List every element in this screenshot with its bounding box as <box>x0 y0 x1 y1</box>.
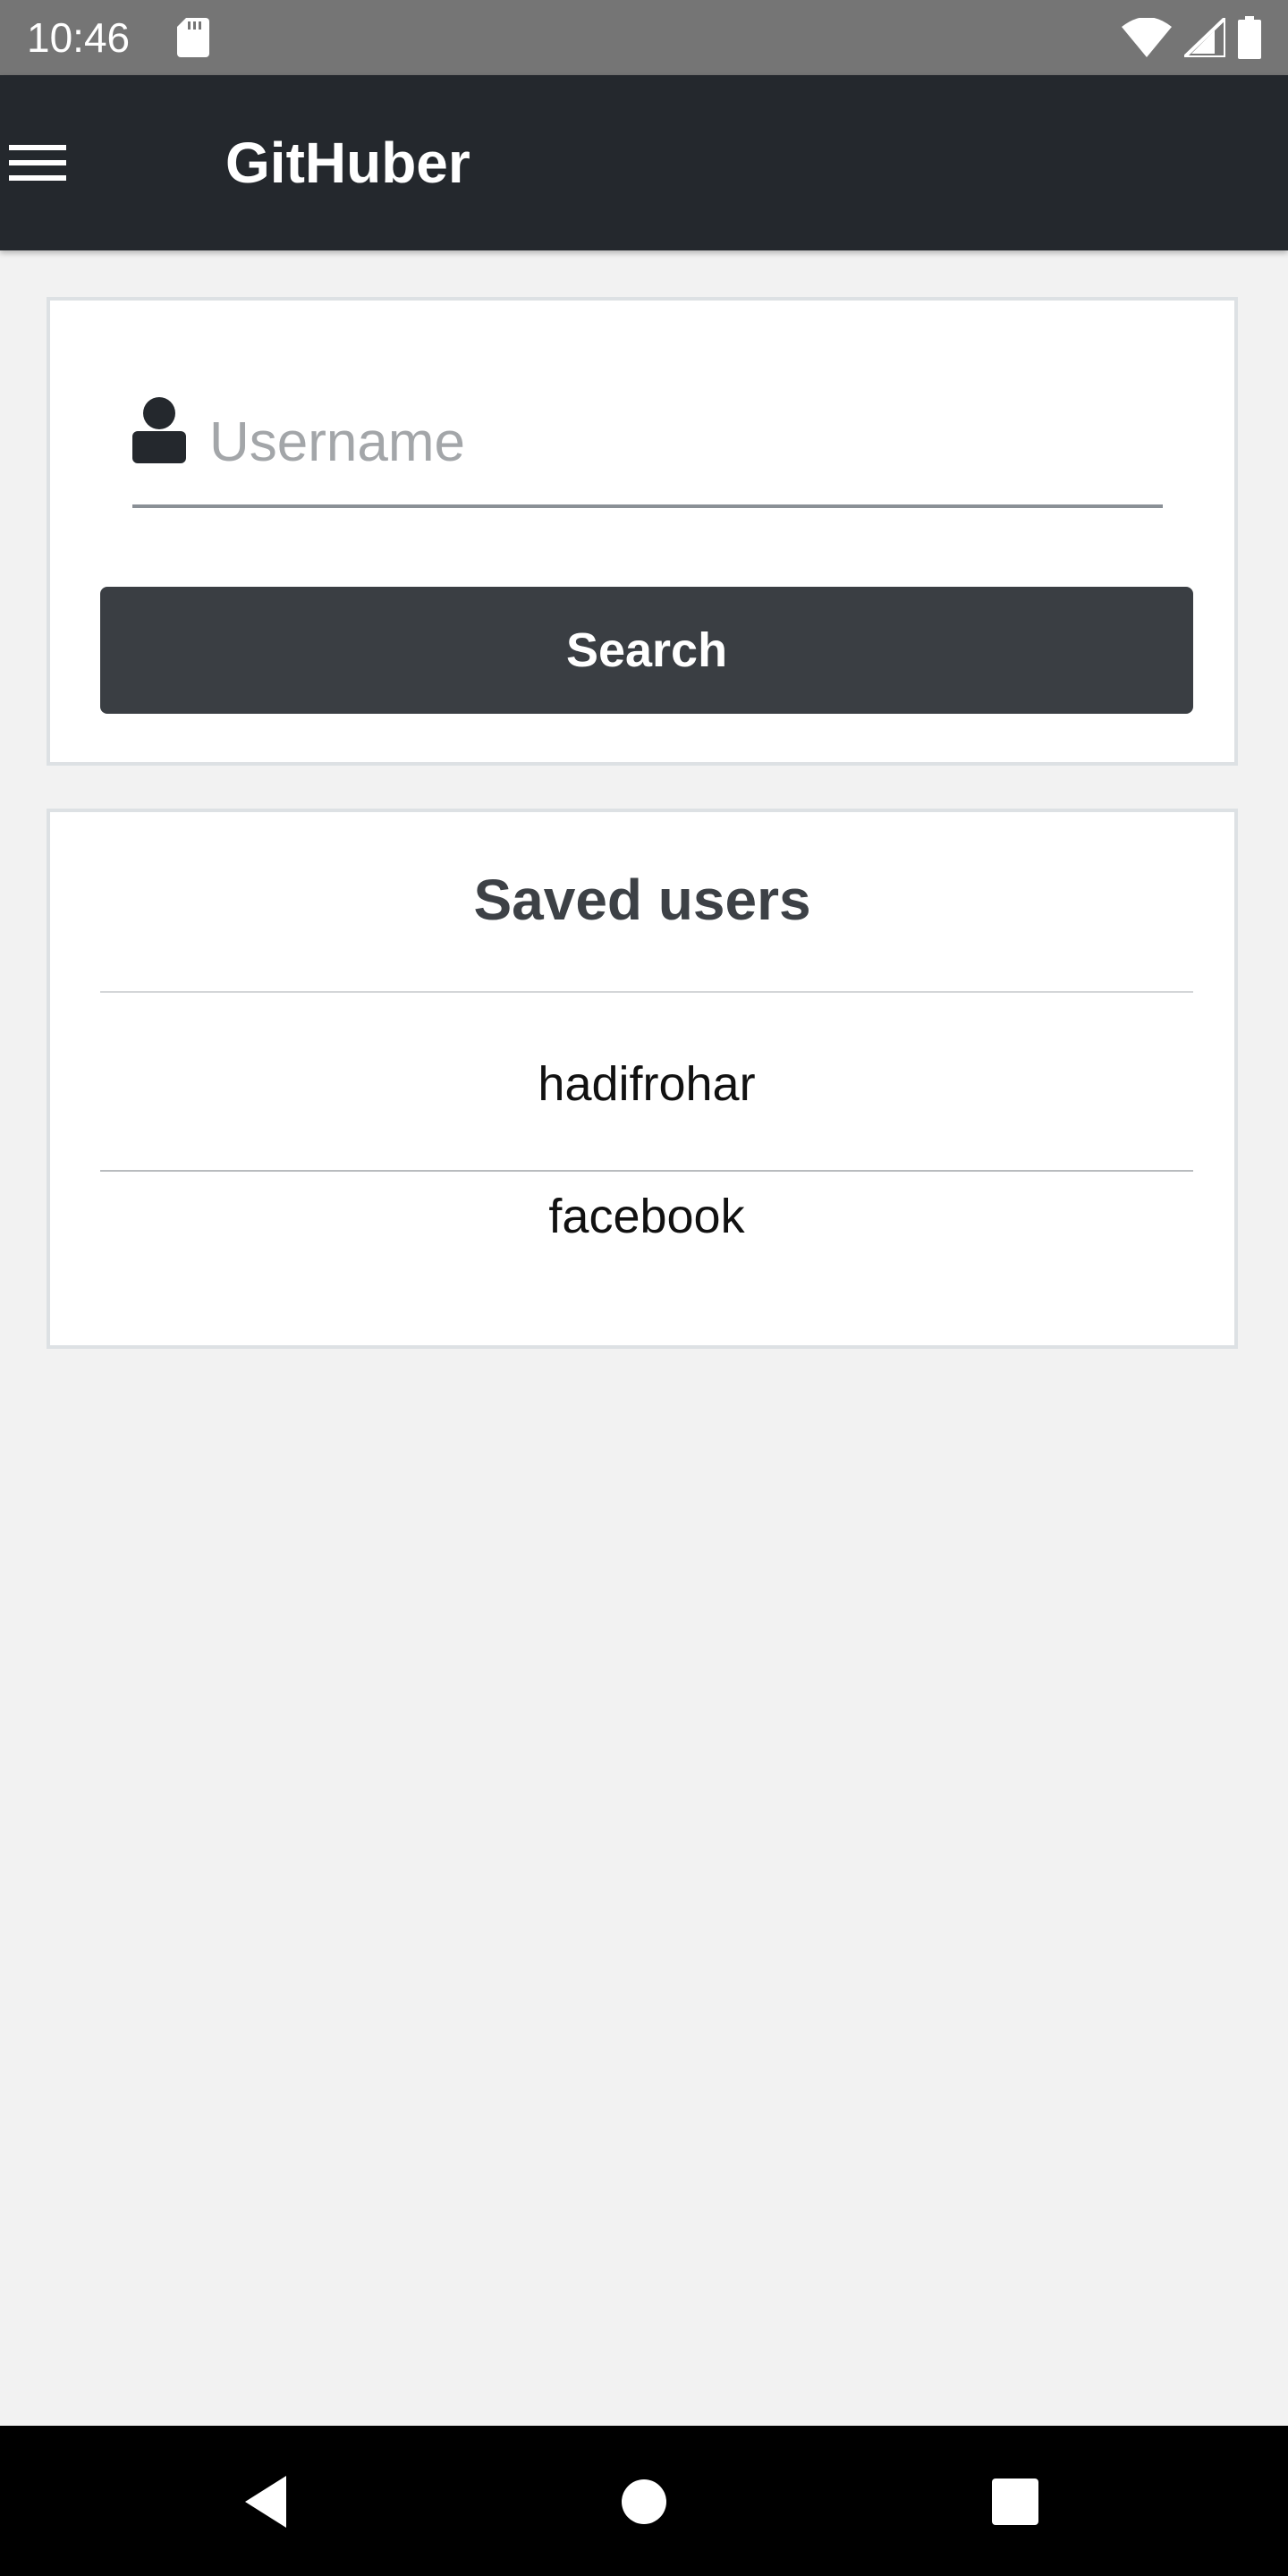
hamburger-menu-icon[interactable] <box>7 141 68 184</box>
username-input[interactable] <box>209 381 1157 503</box>
navigation-bar <box>0 2426 1288 2576</box>
username-field <box>132 381 1163 508</box>
user-icon <box>132 397 186 463</box>
status-icons <box>1122 16 1261 59</box>
battery-icon <box>1238 16 1261 59</box>
search-button[interactable]: Search <box>100 587 1193 714</box>
wifi-icon <box>1122 18 1172 57</box>
cell-signal-icon <box>1184 18 1225 57</box>
title-divider <box>100 991 1193 993</box>
app-bar: GitHuber <box>0 75 1288 250</box>
recents-icon[interactable] <box>984 2470 1046 2533</box>
home-icon[interactable] <box>613 2470 675 2533</box>
saved-users-title: Saved users <box>473 868 811 932</box>
sd-card-icon <box>177 18 209 57</box>
saved-user-item[interactable]: facebook <box>100 1154 1193 1279</box>
saved-user-item[interactable]: hadifrohar <box>100 1021 1193 1147</box>
status-bar: 10:46 <box>0 0 1288 75</box>
search-card: Search <box>47 297 1238 766</box>
back-icon[interactable] <box>238 2470 301 2533</box>
status-time: 10:46 <box>27 14 131 61</box>
saved-users-card: Saved users hadifrohar facebook <box>47 809 1238 1349</box>
app-title: GitHuber <box>225 131 470 195</box>
